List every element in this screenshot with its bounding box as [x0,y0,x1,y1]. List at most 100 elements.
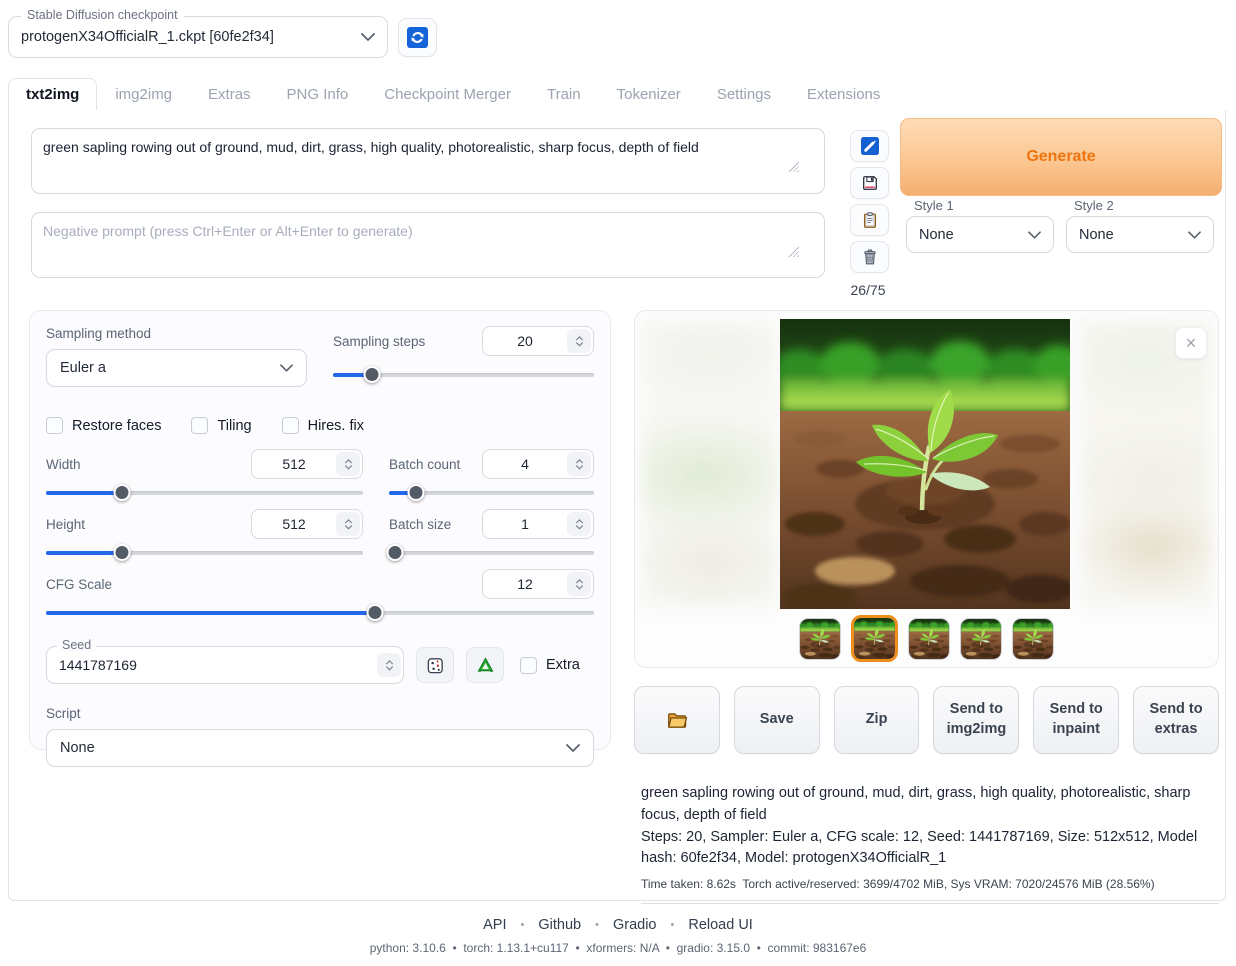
dice-icon [426,656,445,675]
checkbox-box[interactable] [282,417,299,434]
thumbnail-image [909,619,949,659]
height-slider[interactable] [46,544,363,562]
cfg-scale-slider[interactable] [46,604,594,622]
width-slider[interactable] [46,484,363,502]
style1-dropdown[interactable]: None [906,216,1054,253]
tab-tokenizer[interactable]: Tokenizer [599,79,699,110]
gallery-backdrop-right [1079,319,1213,609]
slider-thumb[interactable] [366,604,383,621]
stepper-buttons[interactable] [377,653,401,677]
send-to-extras-button[interactable]: Send to extras [1133,686,1219,754]
checkbox-box[interactable] [191,417,208,434]
style2-dropdown[interactable]: None [1066,216,1214,253]
batch-size-slider[interactable] [389,544,594,562]
random-seed-button[interactable] [416,647,454,683]
tab-png-info[interactable]: PNG Info [269,79,367,110]
batch-size-input[interactable]: 1 [482,509,594,539]
sampling-steps-slider[interactable] [333,366,594,384]
checkbox-box[interactable] [46,417,63,434]
paste-button[interactable] [850,204,889,236]
restore-faces-checkbox[interactable]: Restore faces [46,417,161,434]
tiling-checkbox[interactable]: Tiling [191,417,251,434]
batch-count-label: Batch count [389,457,460,472]
generation-info: green sapling rowing out of ground, mud,… [641,783,1219,904]
generate-button[interactable]: Generate [900,118,1222,196]
slider-thumb[interactable] [407,484,424,501]
batch-size-label: Batch size [389,517,451,532]
tab-img2img[interactable]: img2img [97,79,190,110]
refresh-icon [407,27,428,48]
extra-seed-checkbox[interactable] [520,657,537,674]
cfg-scale-input[interactable]: 12 [482,569,594,599]
prompt-input[interactable]: green sapling rowing out of ground, mud,… [31,128,825,194]
thumbnail-5[interactable] [1012,618,1054,660]
seed-input[interactable]: Seed 1441787169 [46,646,404,684]
send-to-inpaint-button[interactable]: Send to inpaint [1033,686,1119,754]
footer: API Github Gradio Reload UI python: 3.10… [0,916,1236,955]
tab-extras[interactable]: Extras [190,79,269,110]
info-performance: Time taken: 8.62s Torch active/reserved:… [641,875,1219,893]
thumbnail-2-selected[interactable] [851,615,898,662]
hires-fix-checkbox[interactable]: Hires. fix [282,417,364,434]
recycle-icon [476,656,495,675]
sd-webui-app: Stable Diffusion checkpoint protogenX34O… [0,0,1236,966]
width-input[interactable]: 512 [251,449,363,479]
generated-image[interactable] [780,319,1070,609]
send-to-img2img-button[interactable]: Send to img2img [933,686,1019,754]
stepper-buttons[interactable] [567,452,591,476]
slider-thumb[interactable] [364,366,381,383]
tab-checkpoint-merger[interactable]: Checkpoint Merger [366,79,529,110]
sampling-method-dropdown[interactable]: Euler a [46,349,307,387]
info-params: Steps: 20, Sampler: Euler a, CFG scale: … [641,827,1219,871]
floppy-disk-icon [861,174,879,192]
api-link[interactable]: API [483,917,506,933]
clear-prompt-button[interactable] [850,241,889,273]
tab-txt2img[interactable]: txt2img [8,78,97,111]
style1-label: Style 1 [914,198,954,213]
stepper-buttons[interactable] [336,452,360,476]
stepper-buttons[interactable] [336,512,360,536]
stepper-buttons[interactable] [567,329,591,353]
slider-thumb[interactable] [387,544,404,561]
info-prompt: green sapling rowing out of ground, mud,… [641,783,1219,827]
reuse-seed-button[interactable] [466,647,504,683]
style2-value: None [1079,227,1114,243]
tab-settings[interactable]: Settings [699,79,789,110]
tab-train[interactable]: Train [529,79,599,110]
thumbnail-3[interactable] [908,618,950,660]
apply-style-button[interactable] [850,130,889,162]
gallery-backdrop-left [641,319,779,609]
stepper-buttons[interactable] [567,512,591,536]
stepper-buttons[interactable] [567,572,591,596]
github-link[interactable]: Github [507,917,582,933]
script-dropdown[interactable]: None [46,729,594,767]
batch-count-slider[interactable] [389,484,594,502]
save-style-button[interactable] [850,167,889,199]
thumbnail-image [1013,619,1053,659]
checkpoint-dropdown[interactable]: Stable Diffusion checkpoint protogenX34O… [8,16,388,58]
slider-thumb[interactable] [114,544,131,561]
sampling-steps-input[interactable]: 20 [482,326,594,356]
thumbnail-4[interactable] [960,618,1002,660]
style2-label: Style 2 [1074,198,1114,213]
batch-count-input[interactable]: 4 [482,449,594,479]
paintbrush-icon [861,137,879,155]
thumbnail-1[interactable] [799,618,841,660]
chevron-down-icon [1188,231,1201,239]
save-button[interactable]: Save [734,686,820,754]
width-label: Width [46,457,81,472]
slider-thumb[interactable] [114,484,131,501]
gallery-thumbnails [635,615,1218,662]
zip-button[interactable]: Zip [834,686,920,754]
gradio-link[interactable]: Gradio [581,917,656,933]
negative-prompt-input[interactable] [31,212,825,278]
close-gallery-button[interactable]: × [1175,327,1207,359]
tab-extensions[interactable]: Extensions [789,79,898,110]
generate-label: Generate [1026,148,1095,166]
height-input[interactable]: 512 [251,509,363,539]
reload-ui-link[interactable]: Reload UI [657,917,753,933]
output-gallery: × [634,310,1219,668]
open-folder-button[interactable] [634,686,720,754]
checkpoint-label: Stable Diffusion checkpoint [21,8,184,22]
refresh-checkpoint-button[interactable] [398,18,437,57]
